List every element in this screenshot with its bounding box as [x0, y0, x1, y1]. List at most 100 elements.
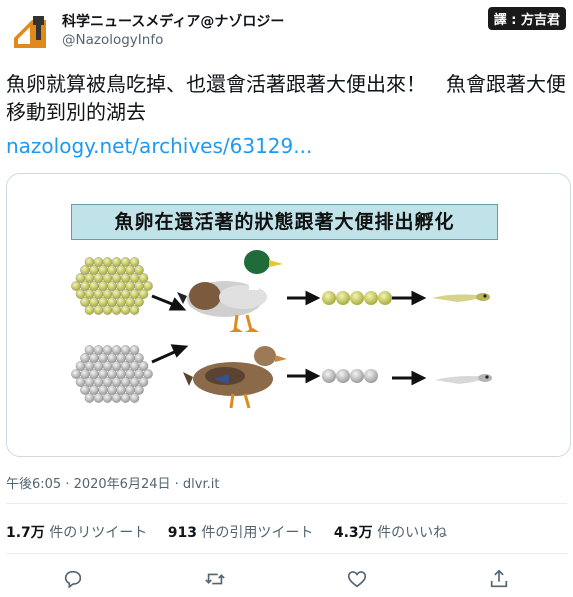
egg: [80, 369, 90, 379]
tweet-text: 魚卵就算被鳥吃掉、也還會活著跟著大便出來！ 魚會跟著大便移動到別的湖去: [6, 72, 566, 124]
egg: [93, 361, 104, 371]
display-name[interactable]: 科学ニュースメディア@ナゾロジー: [62, 11, 284, 31]
egg: [89, 385, 99, 395]
egg: [89, 265, 99, 275]
egg: [75, 289, 86, 299]
egg: [107, 297, 117, 307]
egg: [125, 265, 135, 275]
fish-larva-yellow: [432, 293, 490, 302]
egg: [120, 345, 131, 355]
egg: [84, 393, 95, 403]
arrow-icon: [392, 290, 427, 306]
avatar[interactable]: [6, 8, 52, 54]
likes-stat[interactable]: 4.3万 件のいいね: [334, 525, 447, 541]
egg: [107, 281, 117, 291]
egg: [75, 377, 86, 387]
retweets-count: 1.7万: [6, 525, 45, 541]
egg: [111, 305, 122, 315]
egg: [120, 305, 131, 315]
retweets-stat[interactable]: 1.7万 件のリツイート: [6, 525, 152, 541]
egg: [111, 361, 122, 371]
egg: [129, 273, 140, 283]
egg: [80, 297, 90, 307]
tweet-timestamp[interactable]: 午後6:05 · 2020年6月24日 · dlvr.it: [6, 473, 219, 492]
egg: [129, 257, 140, 267]
egg: [134, 297, 144, 307]
engagement-stats: 1.7万 件のリツイート 913 件の引用ツイート 4.3万 件のいいね: [6, 522, 463, 542]
egg: [116, 369, 126, 379]
egg: [102, 345, 113, 355]
retweet-icon: [205, 573, 225, 585]
egg: [89, 297, 99, 307]
egg: [93, 305, 104, 315]
egg: [80, 281, 90, 291]
egg: [120, 289, 131, 299]
reply-button[interactable]: [62, 568, 84, 590]
arrow-icon: [151, 344, 189, 364]
egg: [93, 273, 104, 283]
likes-count: 4.3万: [333, 525, 373, 541]
egg: [134, 281, 144, 291]
egg: [120, 377, 131, 387]
egg: [125, 385, 135, 395]
egg: [71, 369, 81, 379]
media-card[interactable]: 魚卵在還活著的狀態跟著大便排出孵化: [6, 173, 571, 457]
egg: [134, 385, 144, 395]
user-handle[interactable]: @NazologyInfo: [62, 32, 163, 48]
egg: [116, 297, 126, 307]
retweet-button[interactable]: [204, 568, 226, 590]
egg: [116, 265, 126, 275]
egg: [89, 369, 99, 379]
egg: [84, 361, 95, 371]
egg: [111, 273, 122, 283]
egg: [116, 353, 126, 363]
egg: [93, 257, 104, 267]
like-icon: [347, 571, 367, 588]
yellow-egg-cluster: [71, 257, 153, 315]
arrow-icon: [392, 370, 427, 386]
egg: [120, 361, 131, 371]
egg: [93, 377, 104, 387]
egg: [80, 353, 90, 363]
excreted-yellow-eggs: [322, 291, 392, 305]
reply-icon: [64, 570, 82, 589]
share-icon: [490, 569, 508, 588]
egg: [120, 393, 131, 403]
egg: [102, 377, 113, 387]
quotes-count: 913: [167, 525, 197, 541]
egg: [111, 289, 122, 299]
arrow-icon: [287, 368, 321, 384]
egg: [102, 305, 113, 315]
egg: [143, 369, 153, 379]
egg: [80, 265, 90, 275]
egg: [116, 385, 126, 395]
egg: [129, 289, 140, 299]
egg: [134, 369, 144, 379]
egg: [129, 345, 140, 355]
egg: [138, 273, 149, 283]
translator-watermark: 譯 : 方吉君: [487, 7, 566, 30]
grey-egg-cluster: [71, 345, 153, 403]
egg: [111, 393, 122, 403]
egg: [138, 289, 149, 299]
like-button[interactable]: [346, 568, 368, 590]
share-button[interactable]: [488, 568, 510, 590]
egg: [102, 393, 113, 403]
egg: [138, 361, 149, 371]
egg: [125, 281, 135, 291]
egg: [98, 265, 108, 275]
egg: [84, 273, 95, 283]
egg: [102, 361, 113, 371]
egg: [120, 273, 131, 283]
egg: [84, 345, 95, 355]
egg: [134, 265, 144, 275]
likes-label: 件のいいね: [377, 525, 448, 541]
quotes-stat[interactable]: 913 件の引用ツイート: [168, 525, 318, 541]
egg: [125, 353, 135, 363]
tweet-link[interactable]: nazology.net/archives/63129...: [6, 134, 312, 158]
fish-larva-grey: [435, 374, 492, 384]
egg: [71, 281, 81, 291]
egg: [89, 353, 99, 363]
retweets-label: 件のリツイート: [49, 525, 148, 541]
egg: [102, 257, 113, 267]
